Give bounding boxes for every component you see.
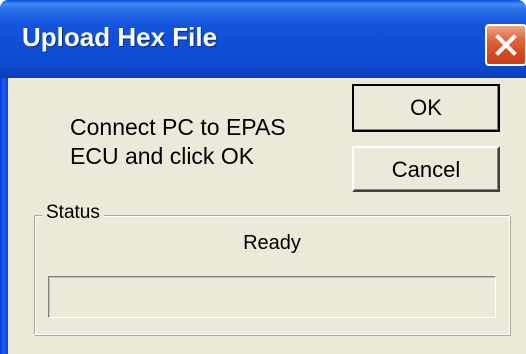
ok-button[interactable]: OK (352, 84, 500, 132)
instruction-line-2: ECU and click OK (70, 143, 255, 169)
cancel-button[interactable]: Cancel (352, 146, 500, 192)
window-frame-left (0, 78, 8, 354)
upload-progress-bar (48, 276, 496, 318)
status-text: Ready (243, 232, 301, 254)
title-bar[interactable]: Upload Hex File (0, 0, 526, 78)
close-button[interactable] (485, 24, 526, 66)
upload-hex-file-dialog: Upload Hex File Connect PC to EPAS ECU a… (0, 0, 526, 354)
instruction-line-1: Connect PC to EPAS (70, 114, 286, 140)
close-icon (495, 34, 517, 56)
status-group-label: Status (42, 201, 104, 225)
window-title: Upload Hex File (22, 22, 218, 52)
instruction-message: Connect PC to EPAS ECU and click OK (70, 113, 286, 171)
